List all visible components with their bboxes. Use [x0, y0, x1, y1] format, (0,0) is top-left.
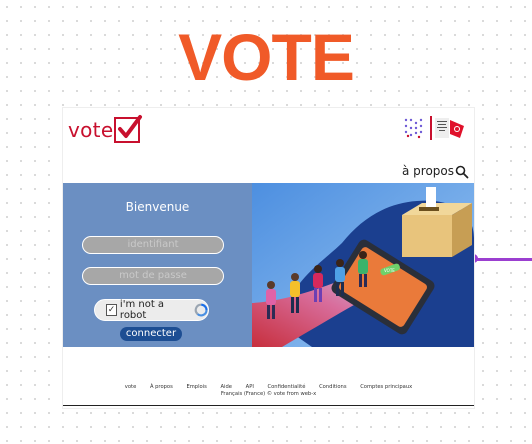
- login-panel: Bienvenue identifiant mot de passe ✓ i'm…: [63, 183, 252, 347]
- welcome-heading: Bienvenue: [125, 200, 190, 214]
- footer-link[interactable]: Conditions: [319, 384, 346, 390]
- vote-logo[interactable]: vote: [68, 115, 143, 145]
- screen-button-label: VOTE: [384, 268, 395, 273]
- language-selector[interactable]: Français (France): [221, 391, 265, 397]
- copyright: © vote from web-x: [266, 390, 317, 397]
- partner-logos: [403, 116, 466, 140]
- footer-link[interactable]: API: [246, 384, 254, 390]
- password-field[interactable]: mot de passe: [82, 267, 224, 285]
- voting-illustration: VOTE: [252, 183, 474, 347]
- logo-text: vote: [68, 118, 114, 142]
- connector-line: [474, 258, 532, 261]
- dot-grid-logo-icon: [404, 118, 423, 139]
- tunisia-flag-card-icon: [430, 116, 464, 140]
- connect-button[interactable]: connecter: [120, 327, 182, 341]
- footer-link[interactable]: vote: [125, 384, 136, 390]
- hero-title: VOTE: [178, 20, 355, 94]
- captcha-label: i'm not a robot: [119, 299, 165, 321]
- recaptcha-icon: [194, 303, 208, 317]
- username-field[interactable]: identifiant: [82, 236, 224, 254]
- search-icon[interactable]: [455, 165, 469, 179]
- captcha-checkbox[interactable]: ✓: [106, 304, 117, 316]
- footer-link[interactable]: Confidentialité: [268, 384, 306, 390]
- footer-link[interactable]: Comptes principaux: [360, 384, 412, 390]
- footer-link[interactable]: Aide: [221, 384, 232, 390]
- footer-meta: Français (France) © vote from web-x: [63, 391, 474, 398]
- footer-link[interactable]: À propos: [150, 384, 173, 390]
- vote-page-mockup: vote à propos Bienvenue identifiant mot …: [63, 108, 474, 408]
- footer-link[interactable]: Emplois: [186, 384, 206, 390]
- footer-divider: [63, 405, 474, 406]
- captcha-widget: ✓ i'm not a robot: [94, 299, 209, 321]
- checkmark-icon: [114, 115, 143, 143]
- about-link[interactable]: à propos: [402, 164, 454, 178]
- footer: vote À propos Emplois Aide API Confident…: [63, 384, 474, 397]
